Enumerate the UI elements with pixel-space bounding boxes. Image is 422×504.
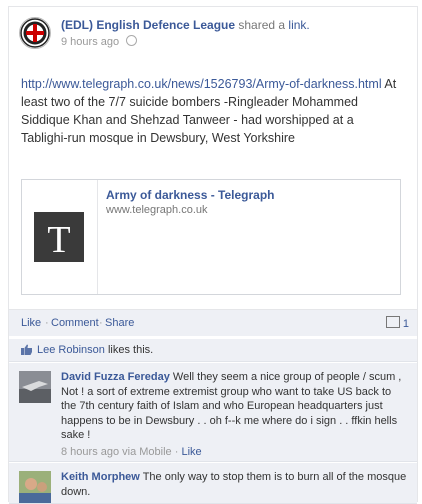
likes-text: Lee Robinson likes this. [37, 344, 154, 356]
separator: · [99, 317, 103, 329]
story-message: http://www.telegraph.co.uk/news/1526793/… [21, 75, 401, 147]
comment-item: David Fuzza Fereday Well they seem a nic… [9, 363, 417, 462]
page-avatar[interactable] [19, 17, 51, 49]
share-link[interactable]: Share [105, 317, 134, 329]
comment-author[interactable]: David Fuzza Fereday [61, 371, 170, 383]
comment-body: David Fuzza Fereday Well they seem a nic… [61, 370, 407, 459]
comment-time[interactable]: 8 hours ago via Mobile [61, 446, 172, 458]
story-actions: Like · Comment · Share 1 [9, 309, 417, 336]
separator: · [45, 317, 49, 329]
comment-item: Keith Morphew The only way to stop them … [9, 463, 417, 504]
link-title[interactable]: Army of darkness - Telegraph [106, 188, 275, 202]
story-header: (EDL) English Defence League shared a li… [19, 17, 409, 61]
comment-meta: 8 hours ago via Mobile · Like [61, 445, 202, 458]
edl-logo-icon [20, 18, 50, 48]
page-name-link[interactable]: (EDL) English Defence League [61, 18, 235, 32]
thumbs-up-icon [21, 344, 32, 355]
comment-count[interactable]: 1 [385, 316, 409, 330]
timestamp[interactable]: 9 hours ago [61, 36, 119, 48]
telegraph-logo-icon[interactable]: T [34, 212, 84, 262]
liker-name[interactable]: Lee Robinson [37, 344, 105, 356]
news-feed-story: (EDL) English Defence League shared a li… [8, 6, 418, 504]
shared-link-word[interactable]: link. [288, 18, 309, 32]
shared-text: shared a link. [238, 18, 310, 32]
comment-link[interactable]: Comment [51, 317, 99, 329]
likes-row: Lee Robinson likes this. [9, 339, 417, 362]
like-link[interactable]: Like [21, 317, 41, 329]
story-meta: 9 hours ago [61, 35, 138, 48]
thumb-letter: T [47, 219, 70, 261]
link-thumb-area: T [22, 180, 98, 294]
comment-author[interactable]: Keith Morphew [61, 471, 140, 483]
link-domain: www.telegraph.co.uk [106, 204, 208, 216]
link-preview[interactable]: T Army of darkness - Telegraph www.teleg… [21, 179, 401, 295]
globe-icon[interactable] [126, 35, 138, 46]
commenter-avatar[interactable] [19, 371, 51, 403]
commenter-avatar[interactable] [19, 471, 51, 503]
page-name-line: (EDL) English Defence League shared a li… [61, 18, 310, 32]
message-url[interactable]: http://www.telegraph.co.uk/news/1526793/… [21, 77, 382, 91]
comment-bubble-icon [385, 316, 400, 328]
comment-like-link[interactable]: Like [181, 446, 201, 458]
